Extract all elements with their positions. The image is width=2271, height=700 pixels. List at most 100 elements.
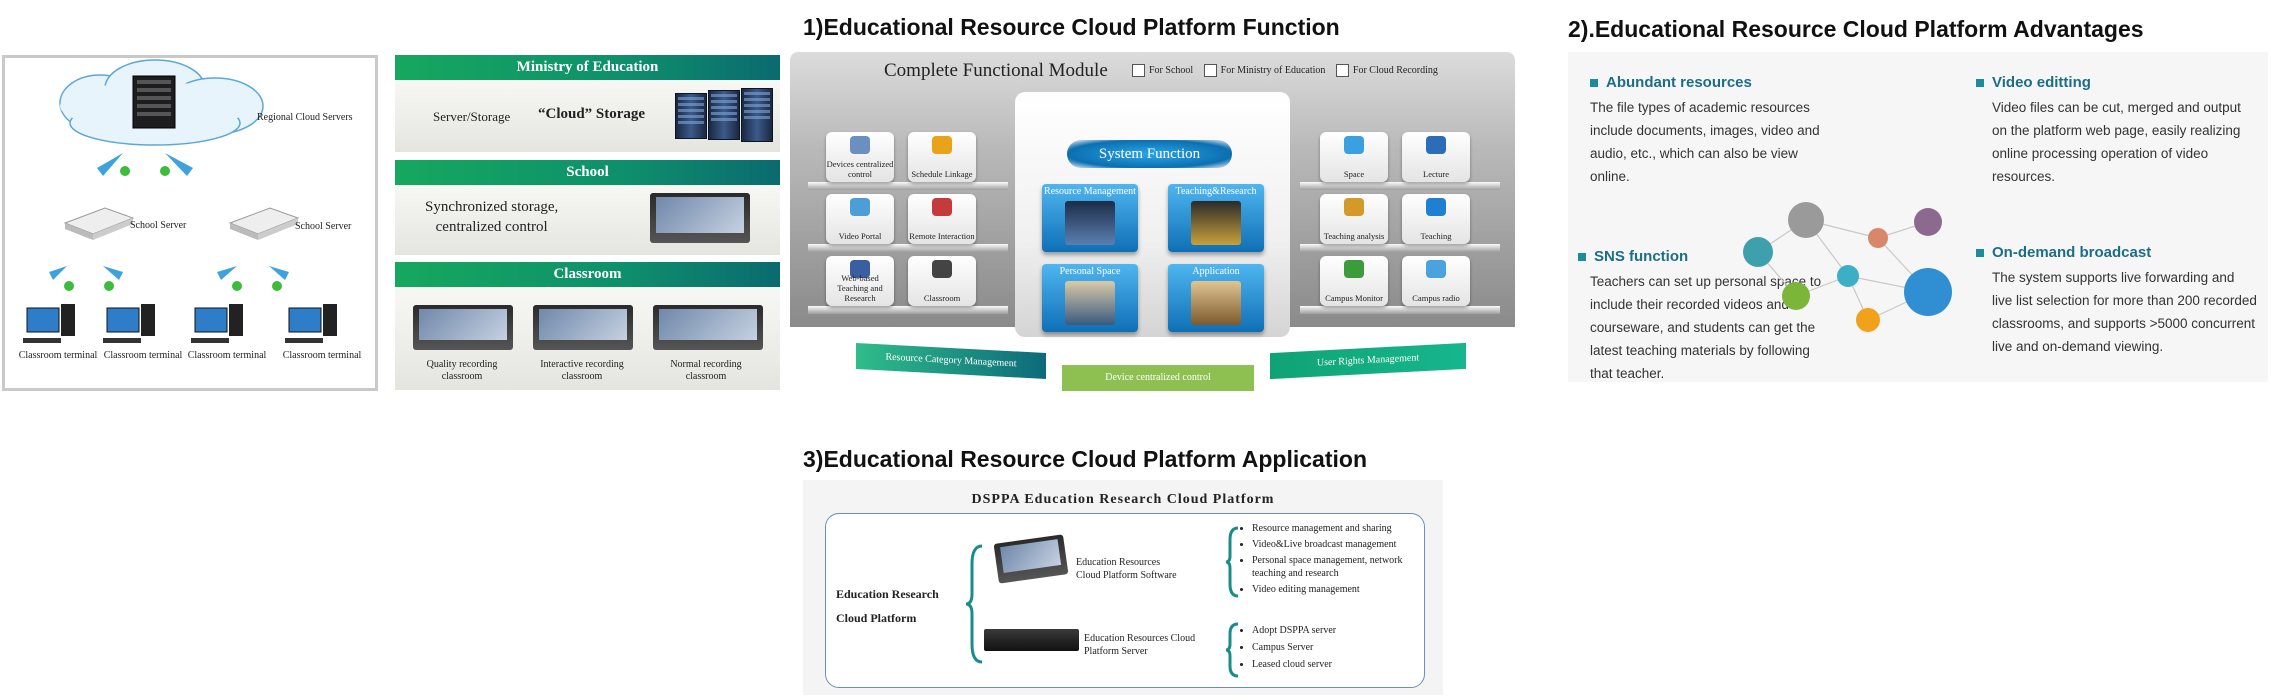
school-server-label: School Server — [130, 220, 187, 231]
function-tile[interactable]: Teaching — [1402, 194, 1470, 244]
application-tree: Education Research Cloud Platform Educat… — [825, 513, 1425, 688]
terminal-label: Classroom terminal — [18, 350, 98, 361]
tile-label: Remote Interaction — [909, 231, 975, 241]
tile-label: Campus radio — [1412, 293, 1460, 303]
server-option-item: Campus Server — [1252, 641, 1422, 654]
software-feature-list: Resource management and sharing Video&Li… — [1238, 522, 1422, 596]
legend-label: For Cloud Recording — [1352, 64, 1438, 76]
terminal-label: Classroom terminal — [103, 350, 183, 361]
function-tile[interactable]: Classroom — [908, 256, 976, 306]
network-topology-diagram: Regional Cloud Servers School Server Sch… — [2, 55, 378, 391]
tile-label: Space — [1343, 169, 1365, 179]
checkbox-icon — [1132, 64, 1145, 77]
control-icon — [850, 136, 870, 154]
center-module-box[interactable]: Personal Space — [1042, 264, 1138, 332]
module-legend: For School For Ministry of Education For… — [1132, 64, 1438, 77]
school-building-icon — [1191, 281, 1241, 325]
feature-item: Video editing management — [1252, 583, 1422, 596]
ministry-server-label: Server/Storage — [433, 109, 511, 124]
school-server-icon — [228, 207, 300, 240]
arrow-icon — [97, 153, 193, 176]
server-label: Education Resources Cloud Platform Serve… — [1084, 633, 1196, 657]
school-storage-label: Synchronized storage, centralized contro… — [425, 199, 559, 235]
classroom-type-label: Normal recording classroom — [670, 359, 742, 382]
gear-icon — [932, 136, 952, 154]
server-rack-icon — [132, 75, 176, 129]
advantages-section-title: 2).Educational Resource Cloud Platform A… — [1568, 16, 2144, 42]
legend-label: For School — [1149, 64, 1194, 76]
classroom-icon — [932, 260, 952, 278]
school-box: Synchronized storage, centralized contro… — [395, 185, 780, 255]
link-node-icon — [1837, 265, 1859, 287]
classroom-terminal-icon — [23, 304, 75, 343]
tree-root-line: Education Research — [836, 587, 939, 601]
storage-rack-icon — [741, 88, 773, 142]
server-option-list: Adopt DSPPA server Campus Server Leased … — [1238, 624, 1422, 671]
feature-item: Personal space management, network teach… — [1252, 554, 1422, 580]
function-section-title: 1)Educational Resource Cloud Platform Fu… — [803, 14, 1340, 40]
center-module-box[interactable]: Resource Management — [1042, 184, 1138, 252]
wifi-icon — [1426, 260, 1446, 278]
function-tile[interactable]: Devices centralized control — [826, 132, 894, 182]
tile-label: Teaching analysis — [1323, 231, 1385, 241]
recording-device-icon — [653, 305, 763, 350]
tile-label: Video Portal — [838, 231, 882, 241]
tile-label: Campus Monitor — [1325, 293, 1383, 303]
function-tile[interactable]: Teaching analysis — [1320, 194, 1388, 244]
center-module-box[interactable]: Application — [1168, 264, 1264, 332]
tile-label: Devices centralized control — [826, 159, 894, 179]
advantage-heading: On-demand broadcast — [1976, 244, 2151, 261]
advantage-text: The system supports live forwarding and … — [1992, 270, 2257, 354]
function-tile[interactable]: Video Portal — [826, 194, 894, 244]
module-title: Complete Functional Module — [884, 60, 1108, 81]
interaction-icon — [932, 198, 952, 216]
advantage-text: Video files can be cut, merged and outpu… — [1992, 100, 2241, 184]
tablet-icon — [993, 534, 1069, 584]
tree-root-line: Cloud Platform — [836, 611, 917, 625]
function-tile[interactable]: Campus Monitor — [1320, 256, 1388, 306]
system-function-title: System Function — [1067, 140, 1232, 168]
classroom-type-label: Quality recording classroom — [426, 359, 498, 382]
school-server-label: School Server — [295, 221, 352, 232]
feature-item: Video&Live broadcast management — [1252, 538, 1422, 551]
laptop-icon — [650, 193, 750, 243]
footer-bar: Device centralized control — [1062, 365, 1254, 391]
regional-cloud-label: Regional Cloud Servers — [257, 112, 353, 123]
status-dot-icon — [120, 166, 130, 176]
function-tile[interactable]: Lecture — [1402, 132, 1470, 182]
feature-item: Resource management and sharing — [1252, 522, 1422, 535]
classroom-box: Quality recording classroom Interactive … — [395, 287, 780, 390]
school-server-icon — [63, 207, 135, 240]
server-device-icon — [984, 629, 1079, 651]
person-icon — [1065, 281, 1115, 325]
footer-bar: Resource Category Management — [856, 343, 1046, 379]
tile-label: Classroom — [923, 293, 961, 303]
application-title: DSPPA Education Research Cloud Platform — [971, 492, 1275, 507]
tile-label: Schedule Linkage — [911, 169, 973, 179]
recording-device-icon — [533, 305, 633, 350]
functional-module-diagram: Complete Functional Module For School Fo… — [790, 52, 1530, 412]
function-tile[interactable]: Campus radio — [1402, 256, 1470, 306]
resources-node-icon — [1788, 202, 1824, 238]
advantage-heading: Video editting — [1976, 74, 2091, 91]
center-module-label: Personal Space — [1059, 266, 1121, 277]
chat-node-icon — [1782, 282, 1810, 310]
network-graph-illustration — [1743, 202, 1952, 332]
center-module-label: Teaching&Research — [1175, 186, 1257, 197]
advantage-heading: Abundant resources — [1590, 74, 1752, 91]
ministry-bar: Ministry of Education — [395, 55, 780, 80]
function-tile[interactable]: Space — [1320, 132, 1388, 182]
checkbox-icon — [1335, 64, 1349, 77]
cloud-node-icon — [1904, 268, 1952, 316]
classroom-type-label: Interactive recording classroom — [540, 359, 624, 382]
function-tile[interactable]: Web-based Teaching and Research — [826, 256, 894, 306]
tile-label: Teaching — [1420, 231, 1452, 241]
function-tile[interactable]: Schedule Linkage — [908, 132, 976, 182]
center-module-label: Resource Management — [1044, 186, 1136, 197]
function-tile[interactable]: Remote Interaction — [908, 194, 976, 244]
share-node-icon — [1743, 237, 1773, 267]
analysis-icon — [1344, 198, 1364, 216]
ministry-box: Server/Storage “Cloud” Storage — [395, 80, 780, 152]
center-module-box[interactable]: Teaching&Research — [1168, 184, 1264, 252]
broadcast-node-icon — [1856, 308, 1880, 332]
